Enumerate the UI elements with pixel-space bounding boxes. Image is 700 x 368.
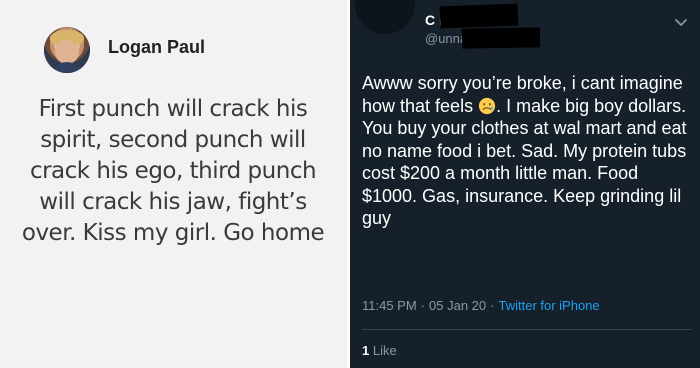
tweet-meta: 11:45 PM · 05 Jan 20 · Twitter for iPhone bbox=[362, 298, 692, 313]
likes-stat[interactable]: 1 Like bbox=[362, 343, 397, 358]
avatar-shirt bbox=[49, 62, 85, 73]
tweet-date[interactable]: 05 Jan 20 bbox=[429, 298, 486, 313]
tweet-body: Awww sorry you’re broke, i cant imagine … bbox=[362, 72, 692, 230]
chevron-down-icon[interactable] bbox=[674, 18, 688, 28]
author-name[interactable]: Logan Paul bbox=[108, 37, 205, 58]
tweet-source-link[interactable]: Twitter for iPhone bbox=[498, 298, 599, 313]
redaction-mark bbox=[439, 3, 519, 29]
avatar-face bbox=[55, 40, 79, 64]
meta-separator: · bbox=[490, 298, 495, 313]
avatar[interactable] bbox=[44, 27, 90, 73]
likes-count: 1 bbox=[362, 343, 370, 358]
quote-text: First punch will crack his spirit, secon… bbox=[21, 96, 325, 246]
likes-label: Like bbox=[372, 343, 397, 358]
redaction-mark bbox=[461, 27, 541, 49]
screenshot-canvas: Logan Paul First punch will crack his sp… bbox=[0, 0, 700, 368]
crying-face-icon bbox=[478, 97, 496, 114]
tweet-time[interactable]: 11:45 PM bbox=[362, 298, 417, 313]
meta-separator: · bbox=[420, 298, 426, 313]
divider-line bbox=[362, 329, 692, 330]
logan-paul-post: Logan Paul First punch will crack his sp… bbox=[0, 0, 347, 368]
